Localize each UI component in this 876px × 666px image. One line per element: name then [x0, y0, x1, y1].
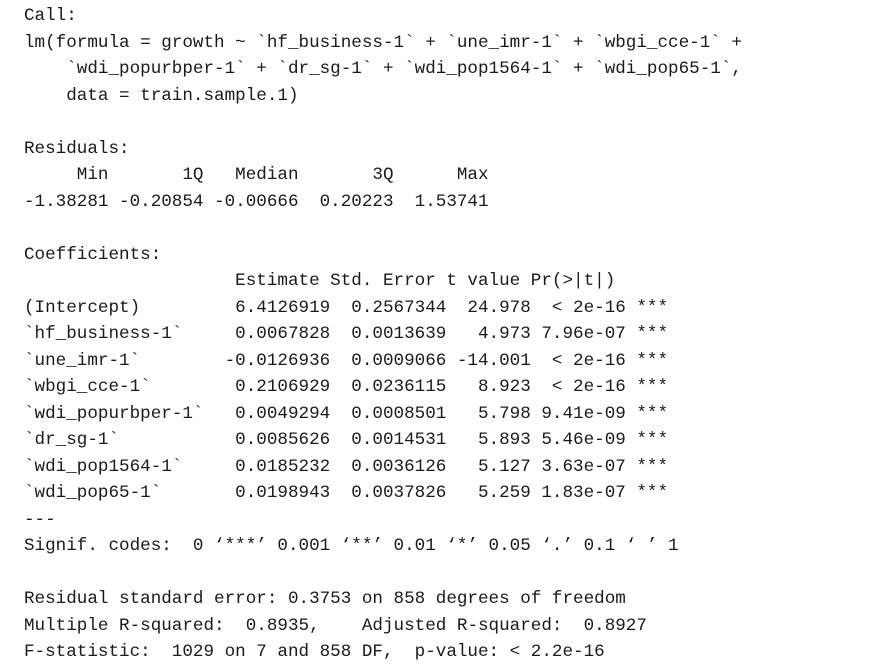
f-statistic-line: F-statistic: 1029 on 7 and 858 DF, p-val…: [24, 642, 605, 662]
coefficients-header: Coefficients:: [24, 244, 162, 265]
separator-line: ---: [24, 509, 56, 530]
coefficient-row: `wbgi_cce-1` 0.2106929 0.0236115 8.923 <…: [24, 377, 669, 397]
coefficient-row: `dr_sg-1` 0.0085626 0.0014531 5.893 5.46…: [24, 430, 669, 450]
coefficients-column-headers: Estimate Std. Error t value Pr(>|t|): [24, 271, 658, 291]
residuals-column-headers: Min 1Q Median 3Q Max: [24, 165, 500, 185]
call-formula-line-2: `wdi_popurbper-1` + `dr_sg-1` + `wdi_pop…: [24, 59, 742, 79]
coefficient-row: (Intercept) 6.4126919 0.2567344 24.978 <…: [24, 297, 669, 318]
coefficient-row: `une_imr-1` -0.0126936 0.0009066 -14.001…: [24, 350, 669, 371]
coefficient-row: `wdi_pop1564-1` 0.0185232 0.0036126 5.12…: [24, 456, 669, 477]
call-header: Call:: [24, 6, 77, 26]
residual-standard-error-line: Residual standard error: 0.3753 on 858 d…: [24, 589, 626, 609]
coefficient-row: `hf_business-1` 0.0067828 0.0013639 4.97…: [24, 324, 669, 344]
residuals-header: Residuals:: [24, 138, 130, 159]
call-formula-line-1: lm(formula = growth ~ `hf_business-1` + …: [24, 32, 742, 53]
coefficient-row: `wdi_popurbper-1` 0.0049294 0.0008501 5.…: [24, 403, 669, 424]
residuals-values: -1.38281 -0.20854 -0.00666 0.20223 1.537…: [24, 191, 500, 212]
coefficient-row: `wdi_pop65-1` 0.0198943 0.0037826 5.259 …: [24, 483, 669, 503]
call-data-line: data = train.sample.1): [24, 85, 299, 106]
regression-output: Call: lm(formula = growth ~ `hf_business-…: [24, 3, 742, 666]
signif-codes-line: Signif. codes: 0 ‘***’ 0.001 ‘**’ 0.01 ‘…: [24, 536, 679, 556]
r-squared-line: Multiple R-squared: 0.8935, Adjusted R-s…: [24, 615, 658, 636]
